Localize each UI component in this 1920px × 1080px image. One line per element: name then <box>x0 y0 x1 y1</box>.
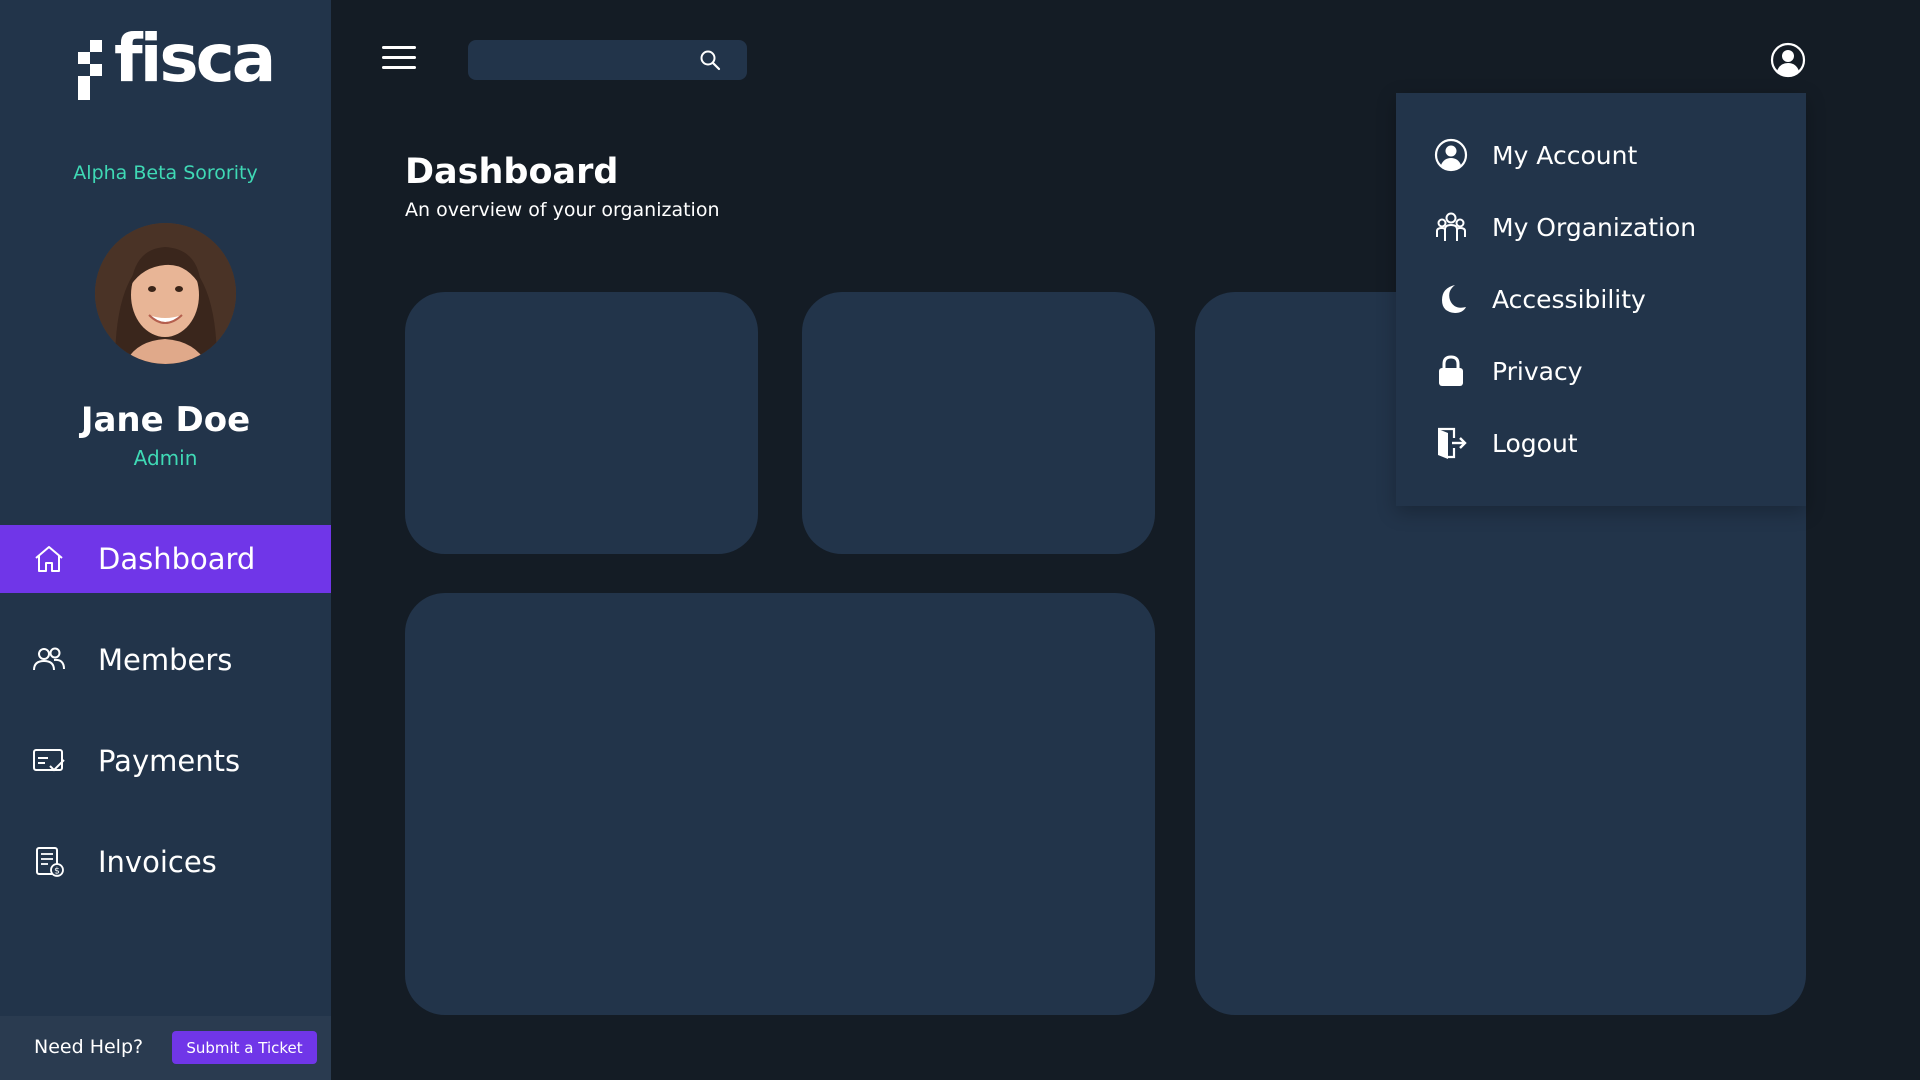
menu-item-label: Logout <box>1492 428 1578 458</box>
dashboard-card-2 <box>802 292 1155 554</box>
organization-icon <box>1436 212 1466 241</box>
org-name: Alpha Beta Sorority <box>73 162 258 184</box>
sidebar-item-label: Members <box>98 643 233 677</box>
user-role: Admin <box>133 446 198 470</box>
menu-item-accessibility[interactable]: Accessibility <box>1396 271 1806 327</box>
menu-item-logout[interactable]: Logout <box>1396 415 1806 471</box>
sidebar-nav: Dashboard Members Payments $ Invoices <box>0 525 331 929</box>
members-icon <box>33 647 65 671</box>
dashboard-card-1 <box>405 292 758 554</box>
svg-text:$: $ <box>54 867 60 877</box>
logo[interactable]: fisca <box>78 26 276 104</box>
logout-icon <box>1438 427 1467 459</box>
sidebar-item-members[interactable]: Members <box>0 626 331 694</box>
submit-ticket-button[interactable]: Submit a Ticket <box>172 1031 317 1064</box>
help-text: Need Help? <box>34 1036 144 1058</box>
moon-icon <box>1442 285 1466 313</box>
sidebar-item-label: Dashboard <box>98 542 256 576</box>
logo-mark-icon <box>78 40 108 100</box>
menu-item-my-organization[interactable]: My Organization <box>1396 199 1806 255</box>
page-title: Dashboard <box>405 152 619 192</box>
search-icon[interactable] <box>698 48 722 72</box>
invoices-icon: $ <box>36 847 64 877</box>
menu-item-my-account[interactable]: My Account <box>1396 127 1806 183</box>
user-circle-icon[interactable] <box>1770 42 1806 78</box>
payments-icon <box>33 749 65 772</box>
hamburger-icon[interactable] <box>382 46 416 74</box>
sidebar-item-payments[interactable]: Payments <box>0 727 331 795</box>
menu-item-label: My Account <box>1492 140 1638 170</box>
profile-dropdown: My Account My Organization Accessibility <box>1396 93 1806 506</box>
sidebar-item-label: Payments <box>98 744 241 778</box>
avatar <box>95 223 236 364</box>
page-subtitle: An overview of your organization <box>405 199 720 221</box>
logo-text: fisca <box>114 20 276 97</box>
sidebar-item-label: Invoices <box>98 845 217 879</box>
home-icon <box>35 546 63 572</box>
dashboard-card-4 <box>405 593 1155 1015</box>
menu-item-label: Accessibility <box>1492 284 1646 314</box>
sidebar-item-dashboard[interactable]: Dashboard <box>0 525 331 593</box>
sidebar: fisca Alpha Beta Sorority Jane Doe Admin <box>0 0 331 1080</box>
user-circle-icon <box>1434 138 1468 172</box>
menu-item-privacy[interactable]: Privacy <box>1396 343 1806 399</box>
lock-icon <box>1439 355 1463 386</box>
menu-item-label: Privacy <box>1492 356 1583 386</box>
app: fisca Alpha Beta Sorority Jane Doe Admin <box>0 0 1920 1080</box>
sidebar-item-invoices[interactable]: $ Invoices <box>0 828 331 896</box>
user-name: Jane Doe <box>80 400 251 440</box>
menu-item-label: My Organization <box>1492 212 1697 242</box>
search-bar <box>468 40 747 80</box>
search-input[interactable] <box>480 46 694 76</box>
help-bar: Need Help? Submit a Ticket <box>0 1016 331 1080</box>
